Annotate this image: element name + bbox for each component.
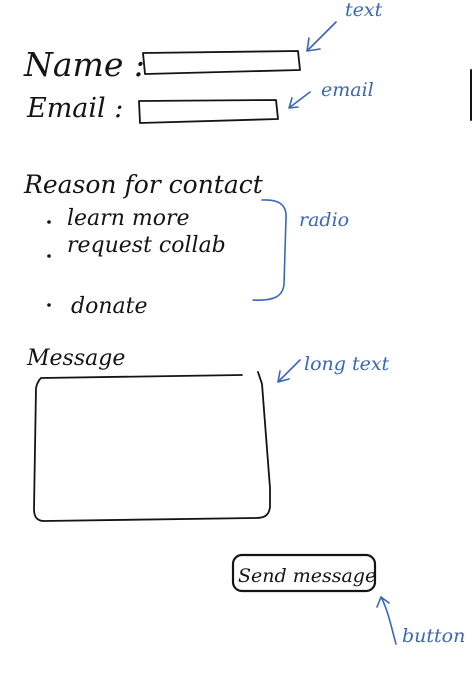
message-label: Message <box>26 346 125 371</box>
name-label: Name : <box>23 45 145 84</box>
option-learn-more: learn more <box>67 206 190 231</box>
reason-heading: Reason for contact <box>23 170 264 199</box>
email-field[interactable] <box>138 99 279 124</box>
radio-bracket <box>252 199 287 301</box>
button-annotation: button <box>402 625 465 647</box>
send-button-label: Send message <box>238 565 376 587</box>
message-arrow <box>277 359 301 383</box>
name-field[interactable] <box>142 50 301 75</box>
message-annotation: long text <box>304 353 390 375</box>
name-annotation: text <box>345 0 383 21</box>
radio-annotation: radio <box>299 209 349 231</box>
radio-request-collab[interactable] <box>47 254 51 258</box>
email-annotation: email <box>321 79 374 101</box>
name-arrow <box>306 21 337 52</box>
radio-donate[interactable] <box>47 303 51 307</box>
option-donate: donate <box>71 294 147 319</box>
email-label: Email : <box>26 93 123 124</box>
button-arrow <box>376 596 397 645</box>
radio-learn-more[interactable] <box>47 220 51 224</box>
option-request-collab: request collab <box>67 233 226 258</box>
wireframe-sketch: Name : text Email : email Reason for con… <box>23 0 472 647</box>
email-arrow <box>288 91 311 109</box>
message-textarea[interactable] <box>33 371 271 522</box>
